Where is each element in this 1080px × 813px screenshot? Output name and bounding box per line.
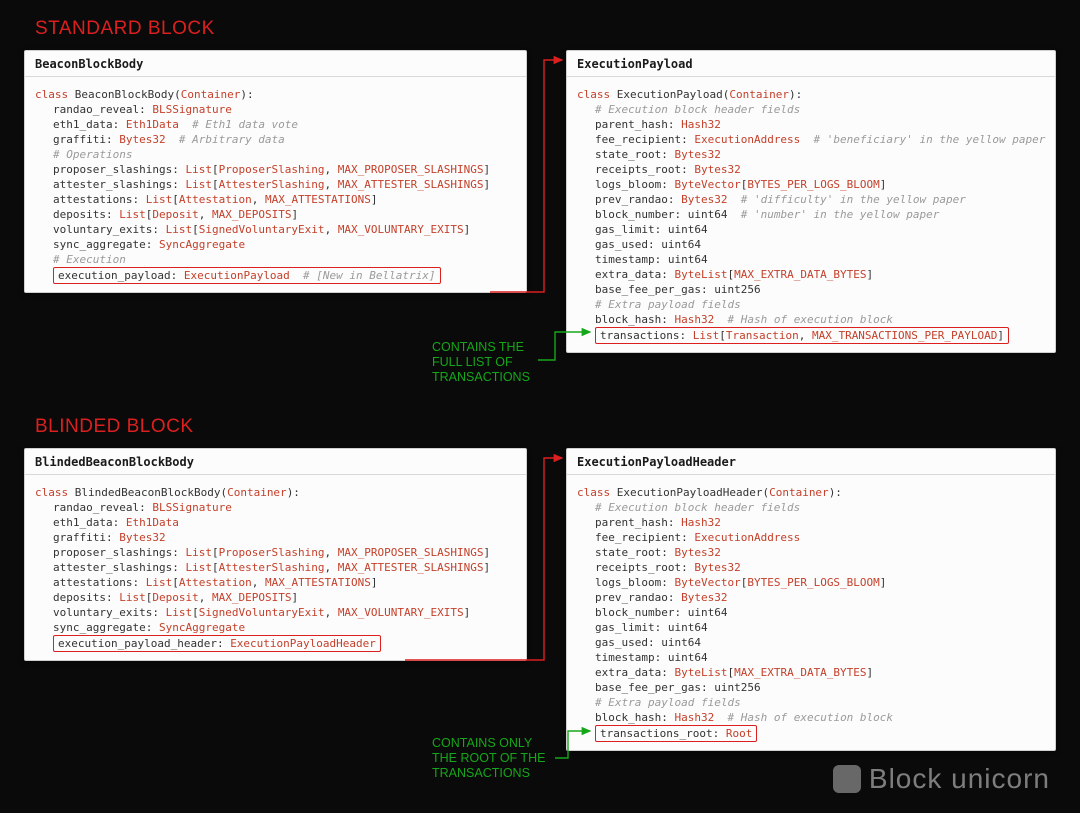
card-title-bbbb: BlindedBeaconBlockBody [25,449,526,475]
annotation-full-list: CONTAINS THEFULL LIST OFTRANSACTIONS [432,340,530,385]
card-title-eph: ExecutionPayloadHeader [567,449,1055,475]
watermark-icon [833,765,861,793]
card-execution-payload: ExecutionPayload class ExecutionPayload(… [566,50,1056,353]
card-body-bbb: class BeaconBlockBody(Container): randao… [25,77,526,292]
highlight-transactions-root: transactions_root: Root [595,725,757,742]
card-body-eph: class ExecutionPayloadHeader(Container):… [567,475,1055,750]
section-title-blinded: BLINDED BLOCK [35,416,194,438]
card-blinded-beacon-block-body: BlindedBeaconBlockBody class BlindedBeac… [24,448,527,661]
card-title-bbb: BeaconBlockBody [25,51,526,77]
watermark-text: Block unicorn [869,763,1050,795]
card-body-ep: class ExecutionPayload(Container): # Exe… [567,77,1055,352]
highlight-execution-payload: execution_payload: ExecutionPayload # [N… [53,267,441,284]
diagram-root: { "section_titles": { "standard": "STAND… [0,0,1080,813]
highlight-transactions: transactions: List[Transaction, MAX_TRAN… [595,327,1009,344]
annotation-root-only: CONTAINS ONLYTHE ROOT OF THETRANSACTIONS [432,736,545,781]
section-title-standard: STANDARD BLOCK [35,18,215,40]
card-execution-payload-header: ExecutionPayloadHeader class ExecutionPa… [566,448,1056,751]
highlight-execution-payload-header: execution_payload_header: ExecutionPaylo… [53,635,381,652]
watermark: Block unicorn [833,763,1050,795]
card-body-bbbb: class BlindedBeaconBlockBody(Container):… [25,475,526,660]
card-title-ep: ExecutionPayload [567,51,1055,77]
card-beacon-block-body: BeaconBlockBody class BeaconBlockBody(Co… [24,50,527,293]
